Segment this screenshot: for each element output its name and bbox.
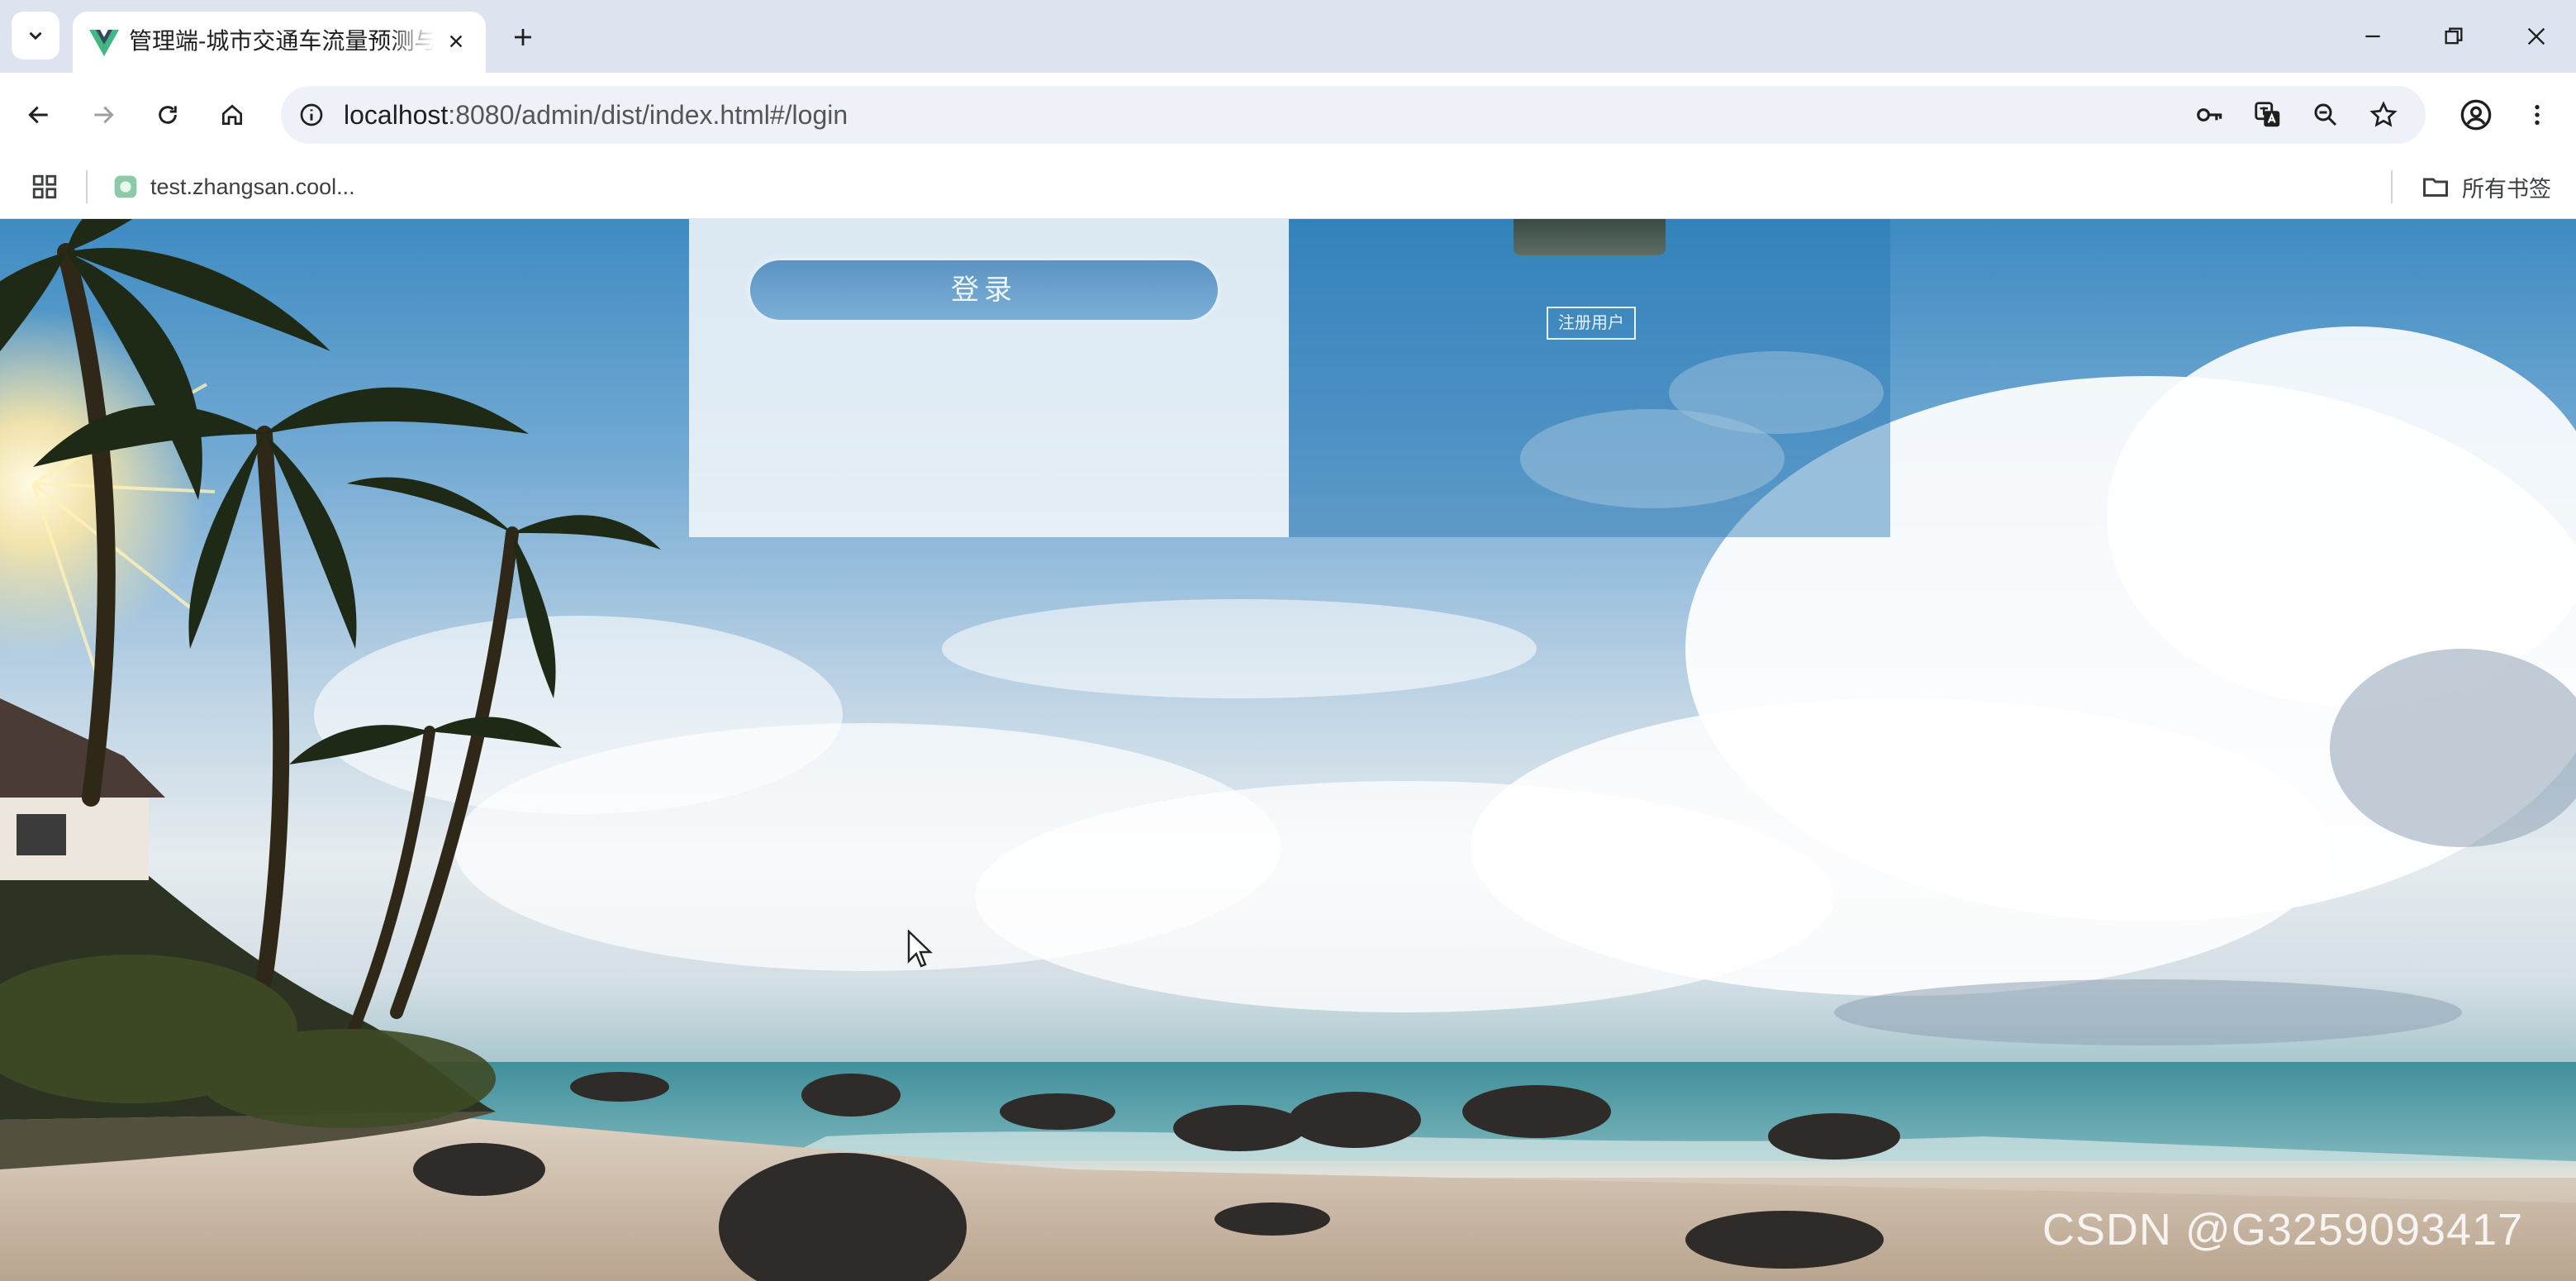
minimize-icon — [2365, 35, 2380, 38]
more-vert-icon — [2535, 105, 2540, 125]
close-icon — [449, 35, 463, 48]
bookmark-item[interactable]: test.zhangsan.cool... — [112, 167, 355, 207]
url-path: :8080/admin/dist/index.html#/login — [448, 100, 848, 130]
watermark-text: CSDN @G3259093417 — [2042, 1205, 2524, 1255]
bookmarks-divider — [86, 170, 88, 203]
mouse-cursor-icon — [907, 930, 933, 968]
forward-button[interactable] — [81, 93, 126, 137]
tab-strip: 管理端-城市交通车流量预测与排 — [0, 0, 2576, 73]
url-host: localhost — [344, 100, 449, 130]
url-text[interactable]: localhost:8080/admin/dist/index.html#/lo… — [344, 86, 848, 144]
arrow-left-icon — [28, 106, 48, 124]
site-info-button[interactable] — [294, 98, 329, 132]
bookmarks-divider-right — [2391, 170, 2393, 203]
bookmarks-bar: test.zhangsan.cool... 所有书签 — [0, 155, 2576, 219]
restore-icon — [2445, 27, 2463, 45]
tab-close-button[interactable] — [438, 23, 474, 60]
bookmark-label: test.zhangsan.cool... — [150, 174, 355, 199]
bookmark-star-button[interactable] — [2365, 96, 2403, 134]
register-panel: 注册用户 — [1289, 219, 1890, 537]
home-icon — [222, 104, 242, 125]
tab-search-button[interactable] — [12, 12, 59, 60]
translate-icon — [2255, 102, 2280, 127]
all-bookmarks-button[interactable]: 所有书签 — [2421, 167, 2551, 207]
folder-icon — [2423, 178, 2448, 197]
panel-image — [1514, 219, 1666, 255]
password-manager-button[interactable] — [2191, 96, 2229, 134]
zoom-out-icon — [2314, 103, 2337, 126]
account-icon — [2460, 99, 2492, 131]
login-form-panel: 登录 — [689, 219, 1289, 537]
page-viewport: 登录 注册用户 CSDN @G3259093417 — [0, 219, 2576, 1281]
profile-button[interactable] — [2454, 93, 2498, 137]
site-favicon-icon — [114, 175, 137, 198]
reload-button[interactable] — [145, 93, 190, 137]
new-tab-button[interactable] — [502, 17, 544, 58]
close-icon — [2527, 27, 2545, 45]
login-button[interactable]: 登录 — [750, 260, 1218, 320]
home-button[interactable] — [210, 93, 254, 137]
browser-toolbar: localhost:8080/admin/dist/index.html#/lo… — [0, 73, 2576, 155]
register-user-button[interactable]: 注册用户 — [1547, 307, 1636, 340]
apps-grid-icon — [32, 174, 57, 199]
vue-logo-icon — [89, 30, 119, 56]
star-icon — [2369, 101, 2398, 127]
arrow-right-icon — [94, 106, 114, 124]
chevron-down-icon — [29, 31, 42, 40]
apps-button[interactable] — [26, 169, 63, 205]
key-icon — [2197, 108, 2222, 121]
all-bookmarks-label: 所有书签 — [2462, 176, 2551, 202]
translate-button[interactable] — [2249, 96, 2287, 134]
info-icon — [300, 103, 323, 126]
address-bar[interactable]: localhost:8080/admin/dist/index.html#/lo… — [281, 86, 2426, 144]
minimize-button[interactable] — [2348, 12, 2398, 61]
close-window-button[interactable] — [2512, 12, 2561, 61]
zoom-button[interactable] — [2307, 96, 2345, 134]
reload-icon — [159, 106, 177, 124]
plus-icon — [515, 29, 531, 45]
browser-menu-button[interactable] — [2515, 93, 2559, 137]
tab-title: 管理端-城市交通车流量预测与排 — [129, 28, 435, 54]
restore-button[interactable] — [2429, 12, 2479, 61]
back-button[interactable] — [17, 93, 61, 137]
browser-tab-active[interactable]: 管理端-城市交通车流量预测与排 — [73, 12, 486, 73]
